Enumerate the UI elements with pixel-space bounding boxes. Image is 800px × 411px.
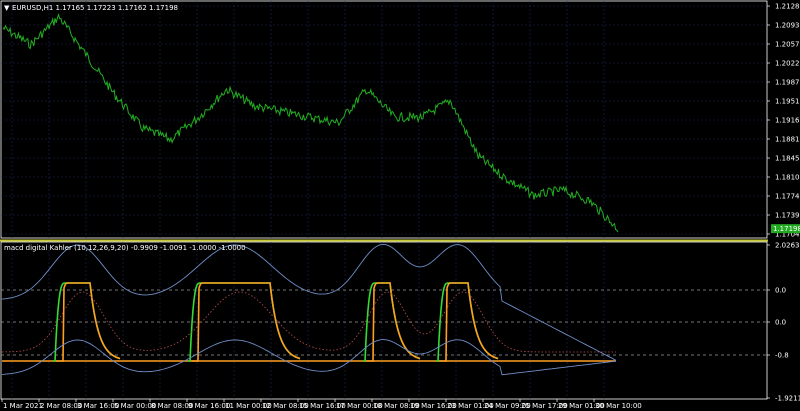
menu-marker-icon[interactable]: ▼ xyxy=(4,4,10,12)
indicator-tick-label: -1.9211 xyxy=(775,395,800,403)
price-tick-label: 1.19510 xyxy=(775,98,800,106)
indicator-pane-background[interactable] xyxy=(0,241,768,400)
chart-title-text: EURUSD,H1 1.17165 1.17223 1.17162 1.1719… xyxy=(12,4,178,12)
time-tick-label: 2 Mar 08:00 xyxy=(40,402,82,410)
time-tick-label: 3 Mar 16:00 xyxy=(77,402,119,410)
time-tick-label: 5 Mar 00:00 xyxy=(114,402,156,410)
price-tick-label: 1.19870 xyxy=(775,79,800,87)
price-tick-label: 1.18100 xyxy=(775,174,800,182)
price-pane-background[interactable] xyxy=(0,0,768,239)
chart-title: ▼ EURUSD,H1 1.17165 1.17223 1.17162 1.17… xyxy=(4,4,178,12)
price-tick-label: 1.20220 xyxy=(775,60,800,68)
price-tick-label: 1.18810 xyxy=(775,136,800,144)
price-tick-label: 1.17390 xyxy=(775,212,800,220)
price-tick-label: 1.19160 xyxy=(775,117,800,125)
price-axis: 1.21280 1.20930 1.20570 1.20220 1.19870 1.195… xyxy=(767,3,800,239)
time-tick-label: 8 Mar 08:00 xyxy=(151,402,193,410)
time-tick-label: 9 Mar 16:00 xyxy=(188,402,230,410)
indicator-tick-label: -0.8 xyxy=(775,352,789,360)
price-tick-label: 1.20930 xyxy=(775,22,800,30)
time-tick-label: 30 Mar 10:00 xyxy=(595,402,642,410)
price-tick-label: 1.17740 xyxy=(775,193,800,201)
indicator-tick-label: 2.0263 xyxy=(775,242,800,250)
indicator-tick-label: 0.0 xyxy=(775,319,786,327)
current-price-label: 1.17198 xyxy=(773,225,800,233)
time-tick-label: 1 Mar 2021 xyxy=(3,402,43,410)
price-tick-label: 1.20570 xyxy=(775,41,800,49)
price-tick-label: 1.18450 xyxy=(775,155,800,163)
chart-canvas[interactable]: ▼ EURUSD,H1 1.17165 1.17223 1.17162 1.17… xyxy=(0,0,800,411)
price-tick-label: 1.21280 xyxy=(775,3,800,11)
indicator-axis: 2.0263 0.0 0.0 -0.8 -1.9211 xyxy=(767,242,800,403)
indicator-tick-label: 0.0 xyxy=(775,287,786,295)
time-axis: 1 Mar 20212 Mar 08:003 Mar 16:005 Mar 00… xyxy=(1,399,642,410)
indicator-title: macd digital Kahler (10,12,26,9,20) -0.9… xyxy=(4,244,246,252)
